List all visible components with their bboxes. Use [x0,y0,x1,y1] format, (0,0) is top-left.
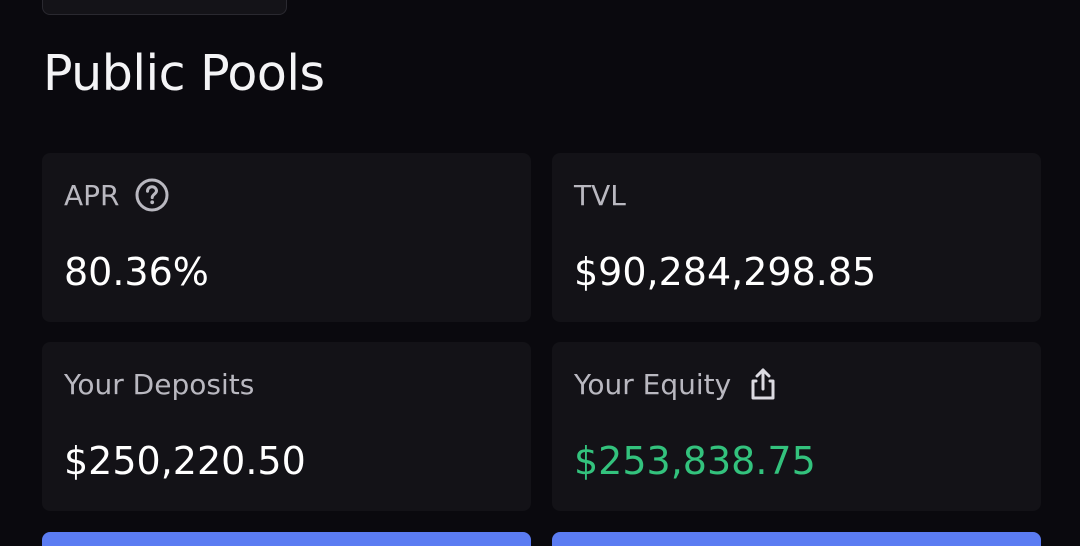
deposits-label-row: Your Deposits [64,364,509,404]
apr-value: 80.36% [64,250,209,294]
help-circle-icon[interactable] [134,177,170,213]
tvl-label-row: TVL [574,175,1019,215]
apr-label-row: APR [64,175,509,215]
deposits-card: Your Deposits $250,220.50 [42,342,531,511]
equity-label: Your Equity [574,367,732,401]
page-title: Public Pools [43,45,325,102]
equity-value: $253,838.75 [574,439,816,483]
equity-card: Your Equity $253,838.75 [552,342,1041,511]
share-icon[interactable] [745,366,781,402]
tvl-value: $90,284,298.85 [574,250,877,294]
public-pools-page: Public Pools APR 80.36% TVL $90,284,298.… [0,0,1080,546]
apr-label: APR [64,178,120,212]
top-control[interactable] [42,0,287,15]
deposits-label: Your Deposits [64,367,255,401]
equity-label-row: Your Equity [574,364,1019,404]
apr-card: APR 80.36% [42,153,531,322]
deposits-value: $250,220.50 [64,439,306,483]
primary-action-button-right[interactable] [552,532,1041,546]
tvl-label: TVL [574,178,626,212]
tvl-card: TVL $90,284,298.85 [552,153,1041,322]
primary-action-button-left[interactable] [42,532,531,546]
